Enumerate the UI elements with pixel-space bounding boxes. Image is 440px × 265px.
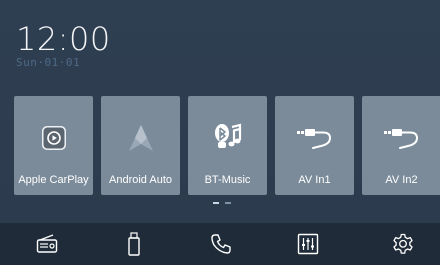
tile-label: AV In2 bbox=[385, 174, 418, 186]
home-screen: 12:00 Sun·01·01 Apple CarPlay Android Au… bbox=[0, 0, 440, 265]
android-auto-icon bbox=[128, 125, 153, 151]
phone-icon bbox=[211, 234, 231, 254]
phone-button[interactable] bbox=[191, 223, 251, 265]
clock-date: Sun·01·01 bbox=[16, 56, 81, 69]
clock-time: 12:00 bbox=[16, 20, 111, 58]
settings-gear-icon bbox=[393, 233, 413, 254]
tile-av-in1[interactable]: AV In1 bbox=[275, 96, 354, 195]
radio-icon bbox=[36, 234, 58, 253]
page-dot[interactable] bbox=[225, 202, 231, 204]
bottom-dock bbox=[0, 223, 440, 265]
usb-button[interactable] bbox=[104, 223, 164, 265]
tile-av-in2[interactable]: AV In2 bbox=[362, 96, 440, 195]
tile-label: AV In1 bbox=[298, 174, 331, 186]
tile-android-auto[interactable]: Android Auto bbox=[101, 96, 180, 195]
tile-apple-carplay[interactable]: Apple CarPlay bbox=[14, 96, 93, 195]
tile-label: Apple CarPlay bbox=[18, 174, 89, 186]
tile-label: BT-Music bbox=[204, 174, 251, 186]
usb-icon bbox=[128, 232, 140, 256]
carplay-icon bbox=[41, 126, 66, 150]
bluetooth-music-icon bbox=[214, 123, 241, 148]
tile-bt-music[interactable]: BT-Music bbox=[188, 96, 267, 195]
radio-button[interactable] bbox=[17, 223, 77, 265]
equalizer-icon bbox=[297, 233, 319, 255]
av-cable-icon bbox=[296, 129, 331, 149]
page-dot-active[interactable] bbox=[213, 202, 219, 204]
av-cable-icon bbox=[383, 129, 418, 149]
clock-widget: 12:00 Sun·01·01 bbox=[16, 22, 111, 70]
settings-button[interactable] bbox=[373, 223, 433, 265]
tile-label: Android Auto bbox=[109, 174, 172, 186]
page-indicator bbox=[0, 202, 440, 206]
app-tiles: Apple CarPlay Android Auto BT-Music AV I… bbox=[10, 96, 440, 196]
equalizer-button[interactable] bbox=[278, 223, 338, 265]
